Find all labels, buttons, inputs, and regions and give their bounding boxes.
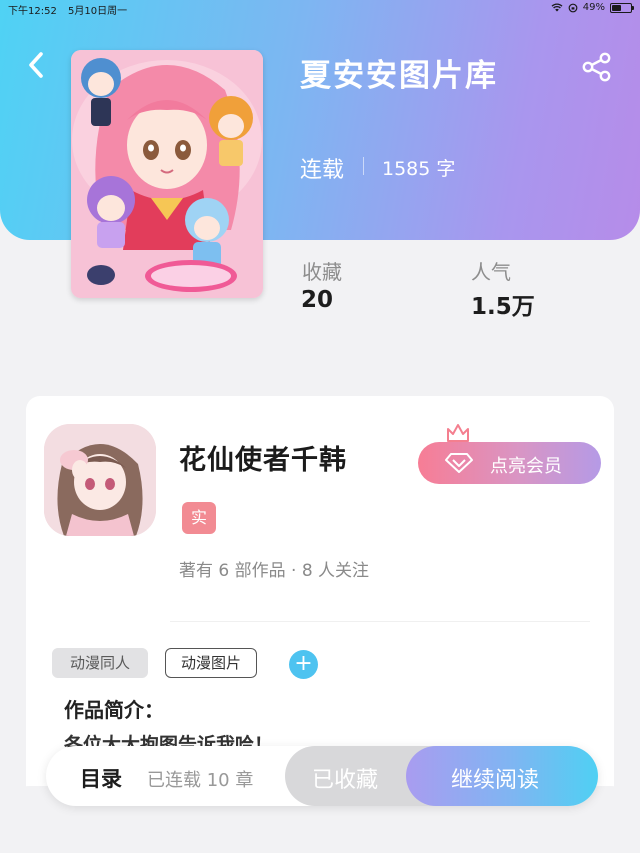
vip-button[interactable]: 点亮会员 [418, 442, 601, 484]
status-time: 下午12:52 [8, 6, 57, 17]
popularity-label: 人气 [471, 260, 511, 284]
favorites-value: 20 [301, 287, 334, 313]
favorites-label: 收藏 [302, 260, 342, 284]
favorited-button-label: 已收藏 [312, 768, 379, 793]
author-avatar[interactable] [44, 424, 156, 536]
share-button[interactable] [580, 50, 614, 84]
add-tag-button[interactable]: + [289, 650, 318, 679]
book-cover-image[interactable] [71, 50, 263, 298]
chevron-left-icon [29, 52, 43, 78]
author-stats: 著有 6 部作品 · 8 人关注 [179, 561, 370, 581]
meta-divider [363, 157, 364, 175]
back-button[interactable] [22, 48, 50, 82]
popularity-value: 1.5万 [471, 294, 535, 320]
continue-reading-button[interactable]: 继续阅读 [406, 746, 598, 806]
tag-anime-fanwork[interactable]: 动漫同人 [52, 648, 148, 678]
cover-illustration [71, 50, 263, 298]
toc-button[interactable]: 目录 [80, 763, 122, 793]
battery-percent: 49% [582, 2, 605, 13]
tag-anime-images[interactable]: 动漫图片 [165, 648, 257, 678]
intro-title: 作品简介： [64, 698, 164, 722]
orientation-lock-icon [568, 3, 578, 12]
status-date: 5月10日周一 [68, 6, 128, 17]
diamond-icon [445, 453, 473, 473]
wifi-icon [551, 3, 563, 12]
book-status: 连载 [300, 158, 345, 183]
word-count: 1585 字 [382, 158, 456, 180]
verified-badge: 实 [182, 502, 216, 534]
status-bar: 下午12:52 5月10日周一 49% [0, 0, 640, 17]
avatar-illustration [44, 424, 156, 536]
continue-reading-label: 继续阅读 [451, 768, 540, 793]
share-icon [582, 52, 611, 82]
battery-icon [610, 2, 634, 13]
book-title: 夏安安图片库 [300, 58, 498, 94]
chapter-count: 已连载 10 章 [147, 770, 254, 791]
author-name[interactable]: 花仙使者千韩 [179, 438, 347, 477]
card-divider [170, 621, 590, 622]
battery-level [612, 4, 621, 11]
vip-button-label: 点亮会员 [490, 456, 562, 477]
